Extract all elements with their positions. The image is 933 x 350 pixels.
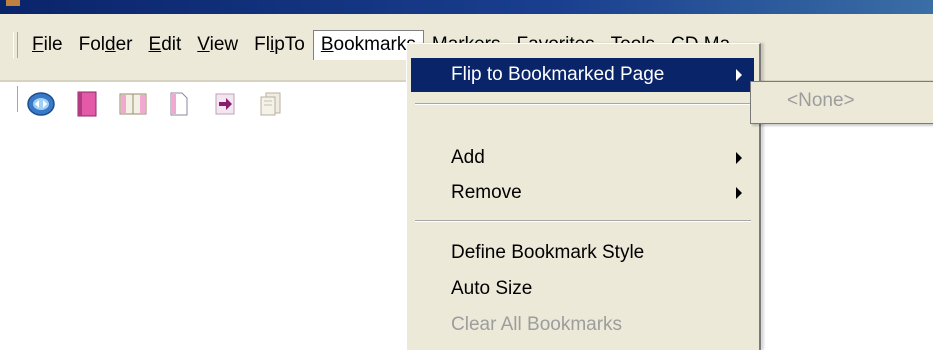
window-title-bar [0, 0, 933, 14]
menu-item-label: Auto Size [451, 278, 533, 299]
menu-item-label: Add [451, 147, 485, 168]
open-book-icon [119, 93, 147, 115]
menu-separator [415, 103, 751, 105]
page-icon [170, 92, 188, 116]
menu-item-clear-all-bookmarks: Clear All Bookmarks [411, 308, 754, 342]
menu-item-auto-size[interactable]: Auto Size [411, 272, 754, 306]
app-icon [6, 0, 20, 6]
menu-item-define-bookmark-style[interactable]: Define Bookmark Style [411, 236, 754, 270]
menu-separator [415, 220, 751, 222]
toolbar-button-pages[interactable] [256, 89, 286, 119]
menu-item-label: Define Bookmark Style [451, 242, 645, 263]
toolbar-button-open-book[interactable] [118, 89, 148, 119]
menu-folder[interactable]: Folder [71, 30, 141, 60]
toolbar-button-page[interactable] [164, 89, 194, 119]
menu-item-label: Clear All Bookmarks [451, 314, 623, 335]
menu-file[interactable]: File [24, 30, 71, 60]
toolbar-grip[interactable] [13, 86, 18, 112]
toolbar-button-flip-forward[interactable] [210, 89, 240, 119]
toolbar-button-notebook[interactable] [72, 89, 102, 119]
notebook-icon [77, 91, 97, 117]
menu-item-label: Flip to Bookmarked Page [451, 64, 665, 85]
submenu-arrow-icon [736, 69, 742, 81]
menu-item-add[interactable]: Add [411, 141, 754, 175]
arrow-right-icon [215, 93, 235, 115]
toolbar [26, 87, 302, 121]
menu-edit[interactable]: Edit [141, 30, 190, 60]
globe-icon [27, 92, 55, 116]
submenu-arrow-icon [736, 152, 742, 164]
menu-item-remove[interactable]: Remove [411, 176, 754, 210]
toolbar-button-globe[interactable] [26, 89, 56, 119]
bookmarked-pages-submenu: <None> [750, 81, 933, 124]
menu-view[interactable]: View [189, 30, 246, 60]
stacked-pages-icon [260, 92, 281, 116]
bookmarks-dropdown-menu: Flip to Bookmarked Page Add Remove Defin… [406, 43, 761, 350]
menubar-grip[interactable] [13, 32, 18, 58]
submenu-arrow-icon [736, 187, 742, 199]
submenu-item-none: <None> [787, 90, 855, 111]
menu-item-flip-to-bookmarked-page[interactable]: Flip to Bookmarked Page [411, 58, 754, 92]
menu-flipto[interactable]: FlipTo [246, 30, 313, 60]
menu-item-label: Remove [451, 182, 522, 203]
